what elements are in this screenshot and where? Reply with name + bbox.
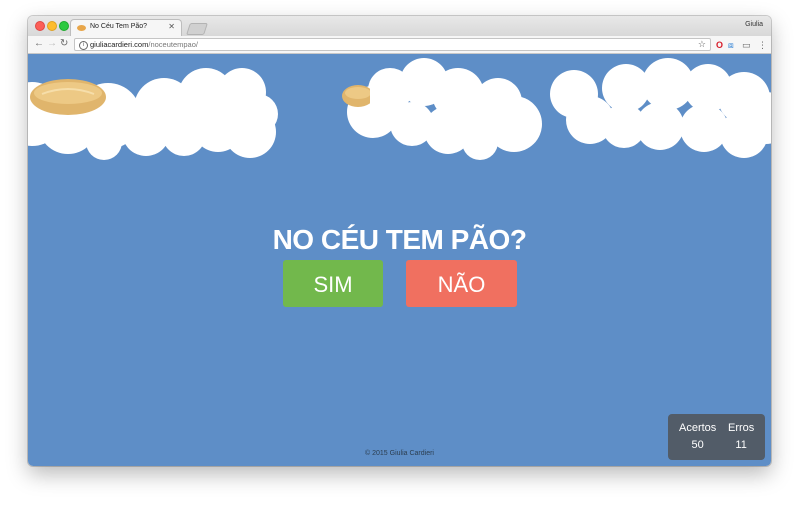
browser-window: No Céu Tem Pão? ✕ Giulia ← → ↻ i giuliac… <box>28 16 771 466</box>
game-question: NO CÉU TEM PÃO? <box>272 224 527 255</box>
reload-icon[interactable]: ↻ <box>60 38 68 50</box>
cloud-layer <box>28 58 771 160</box>
new-tab-button[interactable] <box>186 23 208 35</box>
hits-value: 50 <box>691 439 704 451</box>
profile-name[interactable]: Giulia <box>745 21 763 28</box>
bookmark-star-icon[interactable]: ☆ <box>698 39 706 50</box>
url-text[interactable]: giuliacardieri.com/noceutempao/ <box>90 40 198 49</box>
close-window-button[interactable] <box>35 21 45 31</box>
extension-icon[interactable]: ⧈ <box>728 39 734 51</box>
bread-favicon-icon <box>77 25 86 31</box>
yes-button[interactable]: SIM <box>283 260 383 307</box>
cast-icon[interactable]: ▭ <box>742 39 751 51</box>
url-path: /noceutempao/ <box>148 40 198 49</box>
game-area: NO CÉU TEM PÃO? SIM NÃO © 2015 Giulia Ca… <box>28 54 771 466</box>
errors-value: 11 <box>735 439 747 451</box>
errors-label: Erros <box>728 422 755 434</box>
tab-close-icon[interactable]: ✕ <box>168 22 175 31</box>
tab-title: No Céu Tem Pão? <box>90 23 148 30</box>
title-bar: No Céu Tem Pão? ✕ Giulia <box>28 16 771 37</box>
address-bar[interactable]: i giuliacardieri.com/noceutempao/ ☆ <box>74 38 711 51</box>
bread-icon[interactable] <box>28 76 108 118</box>
errors-column: Erros 11 <box>728 422 754 451</box>
score-panel: Acertos 50 Erros 11 <box>668 414 765 460</box>
hits-label: Acertos <box>679 422 717 434</box>
bread-icon[interactable] <box>340 82 370 112</box>
forward-arrow-icon[interactable]: → <box>47 38 57 50</box>
info-icon[interactable]: i <box>79 41 88 50</box>
minimize-window-button[interactable] <box>47 21 57 31</box>
hits-column: Acertos 50 <box>679 422 716 451</box>
menu-dots-icon[interactable]: ⋮ <box>758 39 767 51</box>
no-button[interactable]: NÃO <box>406 260 517 307</box>
back-arrow-icon[interactable]: ← <box>34 38 44 50</box>
browser-tab[interactable]: No Céu Tem Pão? ✕ <box>70 19 182 37</box>
footer-copyright: © 2015 Giulia Cardieri <box>365 450 434 457</box>
opera-extension-icon[interactable]: O <box>716 39 723 51</box>
maximize-window-button[interactable] <box>59 21 69 31</box>
url-host: giuliacardieri.com <box>90 40 149 49</box>
browser-toolbar: ← → ↻ i giuliacardieri.com/noceutempao/ … <box>28 36 771 54</box>
